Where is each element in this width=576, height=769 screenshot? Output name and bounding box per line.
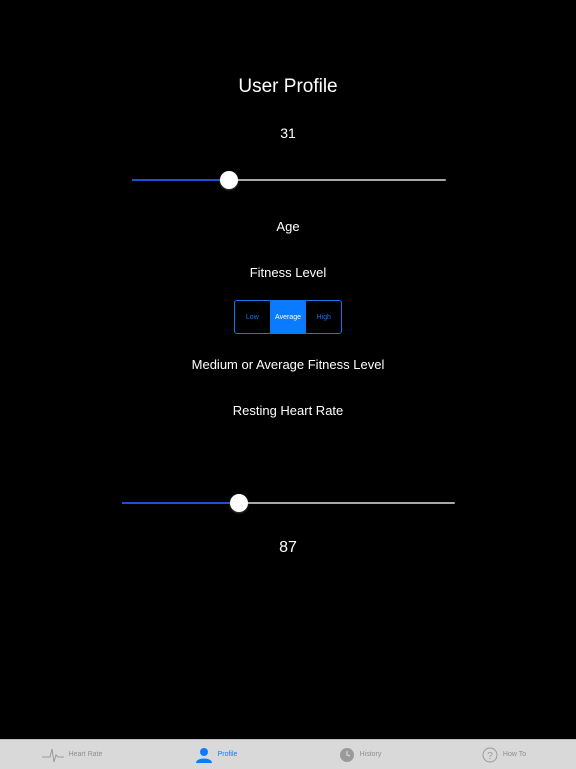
age-value: 31 [280, 125, 296, 141]
tab-history[interactable]: History [288, 740, 432, 769]
age-slider[interactable] [132, 169, 446, 191]
resting-heart-rate-slider[interactable] [122, 492, 455, 514]
heartbeat-icon [41, 748, 64, 762]
resting-heart-rate-value: 87 [279, 539, 297, 556]
person-icon [195, 747, 212, 763]
fitness-option-high[interactable]: High [306, 301, 341, 333]
fitness-level-label: Fitness Level [249, 265, 327, 280]
resting-heart-rate-label: Resting Heart Rate [232, 403, 344, 418]
clock-icon [339, 747, 354, 762]
fitness-level-segmented-control[interactable]: Low Average High [234, 300, 342, 334]
tab-how-to-label: How To [502, 751, 527, 758]
fitness-option-low[interactable]: Low [235, 301, 271, 333]
tab-history-label: History [359, 751, 382, 758]
fitness-level-description: Medium or Average Fitness Level [191, 357, 385, 372]
tab-profile[interactable]: Profile [144, 740, 288, 769]
resting-heart-rate-slider-fill [122, 502, 239, 504]
tab-heart-rate[interactable]: Heart Rate [0, 740, 144, 769]
tab-bar: Heart Rate Profile History ? How To [0, 739, 576, 769]
svg-text:?: ? [487, 751, 493, 762]
age-slider-thumb[interactable] [220, 171, 239, 189]
page-title: User Profile [238, 76, 338, 97]
resting-heart-rate-slider-thumb[interactable] [229, 494, 248, 512]
tab-how-to[interactable]: ? How To [432, 740, 576, 769]
age-label: Age [276, 219, 300, 234]
tab-heart-rate-label: Heart Rate [68, 751, 103, 758]
tab-profile-label: Profile [217, 751, 238, 758]
question-icon: ? [482, 747, 498, 762]
fitness-option-average[interactable]: Average [270, 301, 307, 333]
age-slider-fill [132, 179, 230, 181]
